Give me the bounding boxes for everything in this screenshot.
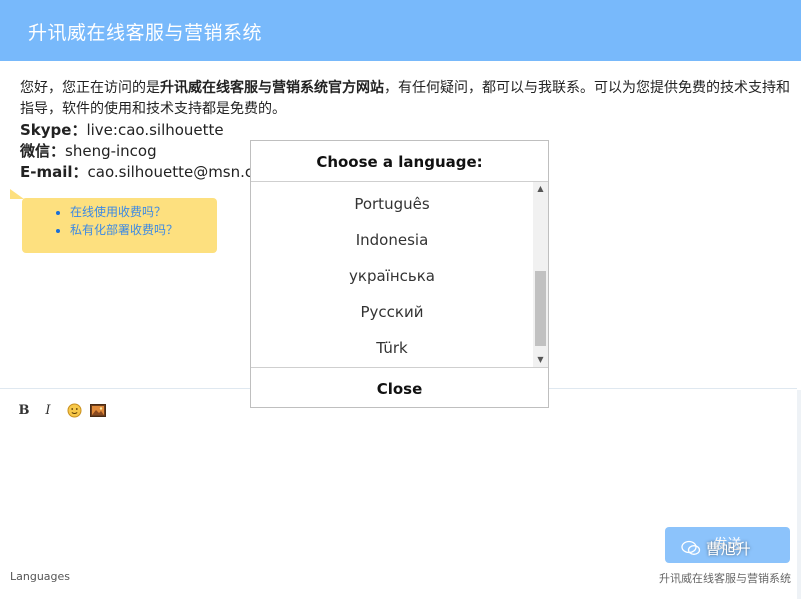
scroll-down-icon[interactable]: ▼ [533, 353, 548, 367]
language-option[interactable]: Português [251, 186, 533, 222]
language-dialog-title: Choose a language: [251, 141, 548, 182]
contact-value: cao.silhouette@msn.c [87, 163, 254, 181]
faq-bubble: 在线使用收费吗？ 私有化部署收费吗？ [22, 198, 217, 253]
contact-value: live:cao.silhouette [86, 121, 224, 139]
language-option[interactable]: Indonesia [251, 222, 533, 258]
faq-link-pricing[interactable]: 在线使用收费吗？ [70, 203, 217, 221]
faq-link-private-deploy[interactable]: 私有化部署收费吗？ [70, 221, 217, 239]
intro-text-1: 您好，您正在访问的是 [20, 80, 160, 96]
language-option[interactable]: Русский [251, 294, 533, 330]
app-title: 升讯威在线客服与营销系统 [28, 22, 263, 44]
bubble-tail [10, 189, 24, 199]
contact-skype: Skype：live:cao.silhouette [20, 120, 792, 141]
language-dialog: Choose a language: Português Indonesia у… [250, 140, 549, 408]
contact-label: E-mail： [20, 163, 88, 181]
watermark: 曹旭升 [681, 538, 751, 559]
footer-brand: 升讯威在线客服与营销系统 [659, 572, 791, 585]
image-icon[interactable] [90, 402, 106, 420]
italic-button[interactable]: I [40, 402, 56, 420]
bold-button[interactable]: B [16, 402, 32, 420]
language-option[interactable]: українська [251, 258, 533, 294]
language-list[interactable]: Português Indonesia українська Русский T… [251, 182, 533, 367]
language-list-scrollbar[interactable]: ▲ ▼ [533, 182, 548, 367]
wechat-icon [681, 540, 701, 555]
scroll-up-icon[interactable]: ▲ [533, 182, 548, 196]
language-option[interactable]: Türk [251, 330, 533, 366]
intro-site-name: 升讯威在线客服与营销系统官方网站 [160, 80, 384, 96]
close-button[interactable]: Close [251, 367, 548, 408]
header-bar: 升讯威在线客服与营销系统 [0, 0, 801, 61]
contact-label: 微信： [20, 142, 66, 160]
editor-scroll-edge [797, 390, 801, 599]
watermark-text: 曹旭升 [705, 540, 751, 558]
contact-label: Skype： [20, 121, 87, 139]
languages-link[interactable]: Languages [10, 570, 70, 583]
contact-value: sheng-incog [65, 142, 157, 160]
scrollbar-thumb[interactable] [535, 271, 546, 346]
emoji-icon[interactable] [66, 402, 82, 420]
